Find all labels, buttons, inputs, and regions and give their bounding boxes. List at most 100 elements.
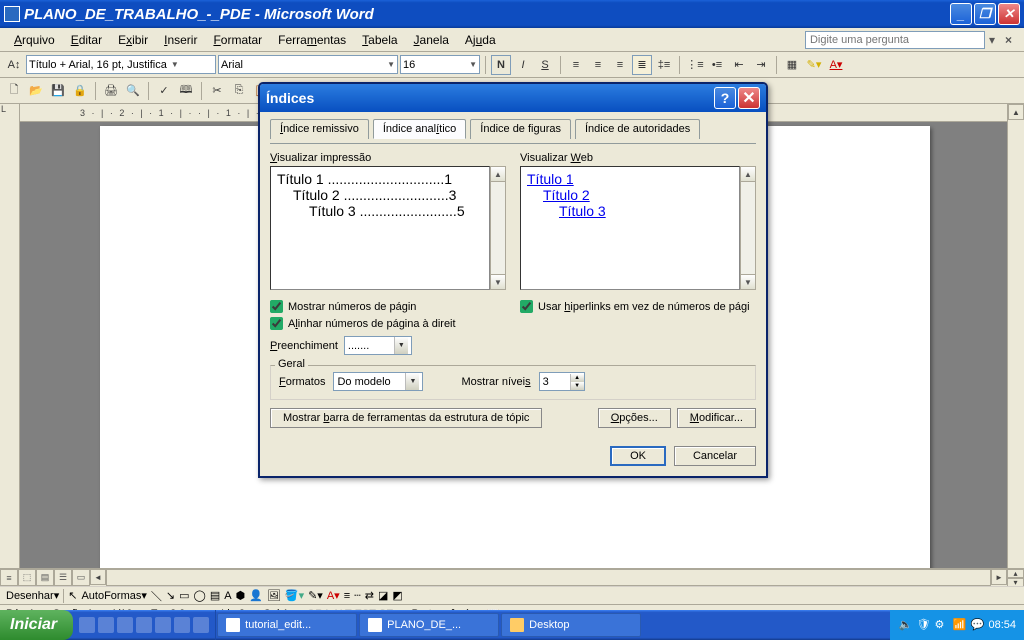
font-color-icon[interactable]: A▾ [826, 55, 846, 75]
align-right-icon[interactable]: ≡ [610, 55, 630, 75]
tray-icon[interactable]: ⚙ [934, 618, 948, 632]
tab-type-button[interactable]: L [0, 104, 19, 114]
spin-up-icon[interactable]: ▲ [570, 374, 584, 382]
outline-toolbar-button[interactable]: Mostrar barra de ferramentas da estrutur… [270, 408, 542, 428]
oval-icon[interactable]: ◯ [194, 589, 206, 602]
tab-analitico[interactable]: Índice analítico [373, 119, 466, 139]
autoshapes-menu[interactable]: AutoFormas▾ [81, 589, 146, 602]
tab-figuras[interactable]: Índice de figuras [470, 119, 571, 139]
underline-button[interactable]: S [535, 55, 555, 75]
font-combo[interactable]: Arial▼ [218, 55, 398, 74]
print-view-icon[interactable]: ▤ [36, 569, 54, 586]
bullets-icon[interactable]: •≡ [707, 55, 727, 75]
ql-icon[interactable] [79, 617, 95, 633]
dialog-titlebar[interactable]: Índices ? ✕ [260, 84, 766, 112]
wordart-icon[interactable]: A [224, 590, 231, 602]
doc-close-button[interactable]: × [999, 33, 1018, 47]
bold-button[interactable]: N [491, 55, 511, 75]
levels-input[interactable] [540, 376, 570, 388]
fill-combo[interactable]: .......▼ [344, 336, 412, 355]
check-hyperlinks[interactable]: Usar hiperlinks em vez de números de pág… [520, 300, 756, 313]
dash-icon[interactable]: ┄ [354, 589, 361, 602]
menu-exibir[interactable]: Exibir [110, 31, 156, 49]
preview-scrollbar[interactable]: ▲ ▼ [490, 166, 506, 290]
tab-remissivo[interactable]: Índice remissivo [270, 119, 369, 139]
research-icon[interactable]: 🕮 [176, 81, 196, 101]
options-button[interactable]: Opções... [598, 408, 671, 428]
scroll-down-icon[interactable]: ▼ [740, 274, 756, 290]
align-center-icon[interactable]: ≡ [588, 55, 608, 75]
tray-icon[interactable]: 🔈 [898, 618, 912, 632]
menu-ajuda[interactable]: Ajuda [457, 31, 504, 49]
task-desktop[interactable]: Desktop [501, 613, 641, 637]
scroll-down-icon[interactable]: ▼ [490, 274, 506, 290]
style-combo[interactable]: Título + Arial, 16 pt, Justifica▼ [26, 55, 216, 74]
draw-menu[interactable]: Desenhar▾ [6, 589, 59, 602]
ql-icon[interactable] [136, 617, 152, 633]
web-view-icon[interactable]: ⬚ [18, 569, 36, 586]
dialog-close-button[interactable]: ✕ [738, 87, 760, 109]
3d-icon[interactable]: ◩ [392, 589, 402, 602]
rect-icon[interactable]: ▭ [179, 589, 189, 602]
menu-tabela[interactable]: Tabela [354, 31, 405, 49]
line-color-icon[interactable]: ✎▾ [308, 589, 323, 602]
horizontal-scrollbar[interactable]: ◄ ► [90, 569, 1007, 586]
minimize-button[interactable]: _ [950, 3, 972, 25]
save-icon[interactable]: 💾 [48, 81, 68, 101]
font-color2-icon[interactable]: A▾ [327, 589, 340, 602]
print-icon[interactable]: 🖨 [101, 81, 121, 101]
spin-down-icon[interactable]: ▼ [570, 382, 584, 390]
help-search-input[interactable] [805, 31, 985, 49]
preview-scrollbar[interactable]: ▲ ▼ [740, 166, 756, 290]
tray-clock[interactable]: 08:54 [988, 619, 1016, 631]
scroll-up-icon[interactable]: ▲ [1008, 104, 1024, 120]
check-pagenums[interactable]: Mostrar números de págin [270, 300, 506, 313]
normal-view-icon[interactable]: ≡ [0, 569, 18, 586]
menu-formatar[interactable]: Formatar [205, 31, 270, 49]
scroll-up-icon[interactable]: ▲ [740, 166, 756, 182]
ql-icon[interactable] [193, 617, 209, 633]
line-weight-icon[interactable]: ≡ [344, 590, 350, 602]
textbox-icon[interactable]: ▤ [210, 589, 220, 602]
menu-inserir[interactable]: Inserir [156, 31, 205, 49]
justify-icon[interactable]: ≣ [632, 55, 652, 75]
menu-arquivo[interactable]: Arquivo [6, 31, 63, 49]
scroll-up-icon[interactable]: ▲ [490, 166, 506, 182]
ql-icon[interactable] [174, 617, 190, 633]
ql-icon[interactable] [155, 617, 171, 633]
start-button[interactable]: Iniciar [0, 610, 73, 640]
menu-ferramentas[interactable]: Ferramentas [270, 31, 354, 49]
arrow-icon[interactable]: ↘ [166, 589, 175, 602]
scroll-left-icon[interactable]: ◄ [90, 569, 106, 585]
formats-combo[interactable]: Do modelo▼ [333, 372, 423, 391]
diagram-icon[interactable]: ⬢ [236, 589, 246, 602]
ql-icon[interactable] [117, 617, 133, 633]
preview-icon[interactable]: 🔍 [123, 81, 143, 101]
arrow-style-icon[interactable]: ⇄ [365, 589, 374, 602]
tray-icon[interactable]: 🛡 [916, 618, 930, 632]
menu-editar[interactable]: Editar [63, 31, 110, 49]
fill-color-icon[interactable]: 🪣▾ [285, 589, 304, 602]
numbering-icon[interactable]: ⋮≡ [685, 55, 705, 75]
task-tutorial[interactable]: tutorial_edit... [217, 613, 357, 637]
close-button[interactable]: ✕ [998, 3, 1020, 25]
tray-icon[interactable]: 💬 [970, 618, 984, 632]
picture-icon[interactable]: 🖼 [267, 589, 281, 602]
shadow-icon[interactable]: ◪ [378, 589, 388, 602]
italic-button[interactable]: I [513, 55, 533, 75]
maximize-button[interactable]: ❐ [974, 3, 996, 25]
styles-pane-icon[interactable]: A↕ [4, 55, 24, 75]
cut-icon[interactable]: ✂ [207, 81, 227, 101]
outdent-icon[interactable]: ⇤ [729, 55, 749, 75]
reading-view-icon[interactable]: ▭ [72, 569, 90, 586]
spell-icon[interactable]: ✓ [154, 81, 174, 101]
modify-button[interactable]: Modificar... [677, 408, 756, 428]
highlight-icon[interactable]: ✎▾ [804, 55, 824, 75]
select-icon[interactable]: ↖ [68, 589, 77, 602]
ql-icon[interactable] [98, 617, 114, 633]
line-icon[interactable]: ＼ [151, 588, 162, 604]
copy-icon[interactable]: ⎘ [229, 81, 249, 101]
new-icon[interactable]: 🗋 [4, 81, 24, 101]
outline-view-icon[interactable]: ☰ [54, 569, 72, 586]
indent-icon[interactable]: ⇥ [751, 55, 771, 75]
